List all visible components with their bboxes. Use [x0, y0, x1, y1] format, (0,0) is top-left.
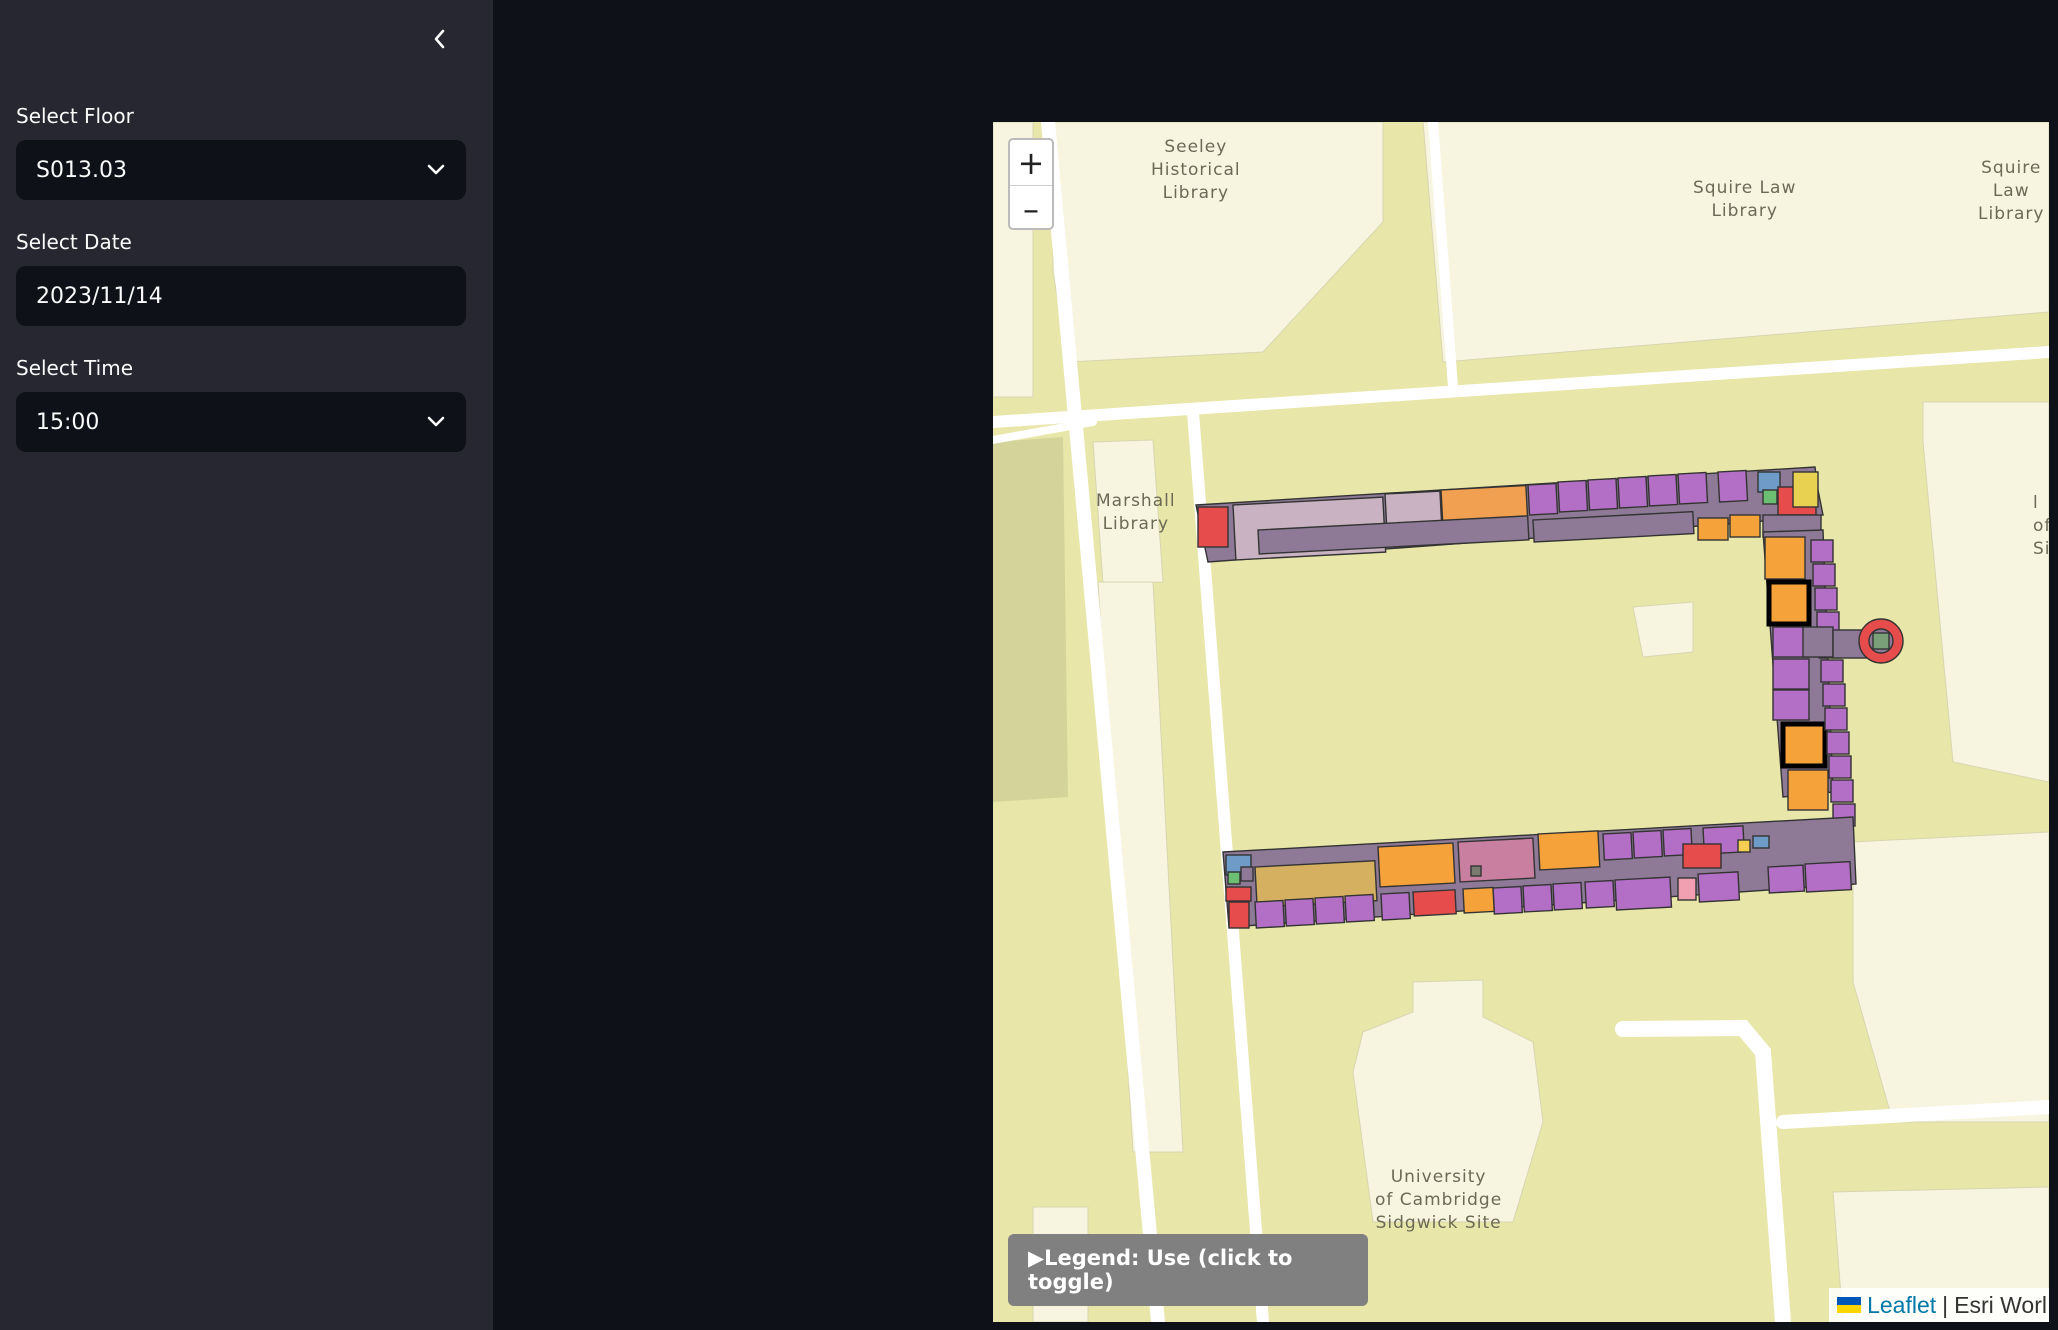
time-select[interactable]: 15:00: [16, 392, 466, 452]
ukraine-flag-icon: [1837, 1297, 1862, 1313]
map-label-seeley: Seeley Historical Library: [1151, 137, 1241, 203]
zoom-in-button[interactable]: +: [1010, 140, 1052, 186]
map[interactable]: Seeley Historical Library Squire Law Lib…: [993, 122, 2049, 1322]
map-label-partial: l of Si: [2033, 493, 2049, 559]
floor-select[interactable]: S013.03: [16, 140, 466, 200]
map-label-squire-law-2: Squire Law Library: [1978, 158, 2045, 224]
chevron-down-icon: [426, 415, 446, 429]
zoom-control: + –: [1008, 138, 1054, 230]
time-label: Select Time: [16, 356, 134, 380]
map-label-marshall: Marshall Library: [1096, 491, 1176, 534]
floor-select-value: S013.03: [36, 157, 127, 183]
map-tiles: [993, 122, 2049, 1322]
leaflet-link[interactable]: Leaflet: [1867, 1292, 1936, 1319]
floor-label: Select Floor: [16, 104, 134, 128]
map-attribution: Leaflet | Esri Worl: [1829, 1288, 2049, 1322]
date-label: Select Date: [16, 230, 132, 254]
sidebar: Select Floor S013.03 Select Date 2023/11…: [0, 0, 493, 1330]
chevron-left-icon: [434, 29, 445, 49]
time-select-value: 15:00: [36, 409, 100, 435]
zoom-out-button[interactable]: –: [1010, 186, 1052, 231]
date-input[interactable]: 2023/11/14: [16, 266, 466, 326]
attribution-separator: |: [1942, 1291, 1949, 1318]
legend-toggle-button[interactable]: ▶Legend: Use (click to toggle): [1008, 1234, 1368, 1306]
chevron-down-icon: [426, 163, 446, 177]
map-label-cambridge: University of Cambridge Sidgwick Site: [1375, 1167, 1503, 1233]
map-label-squire-law: Squire Law Library: [1693, 178, 1797, 221]
attribution-text: Esri Worl: [1954, 1291, 2047, 1318]
collapse-sidebar-button[interactable]: [420, 22, 460, 56]
date-input-value: 2023/11/14: [36, 283, 163, 309]
